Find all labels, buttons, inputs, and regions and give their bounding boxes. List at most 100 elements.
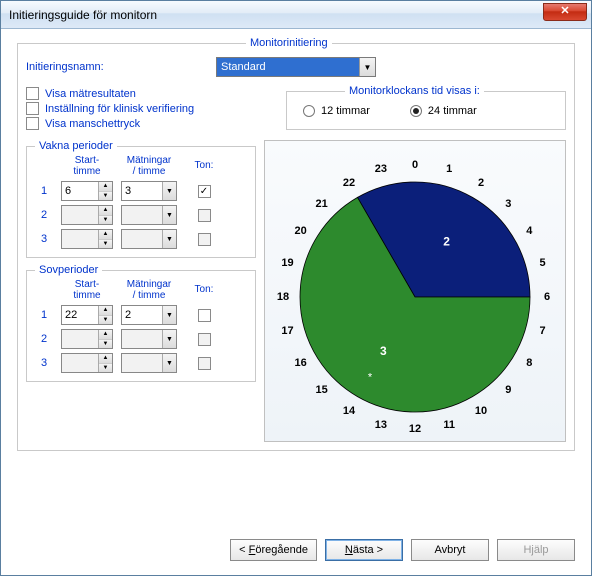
- spinner-buttons[interactable]: ▲▼: [98, 354, 112, 372]
- chevron-up-icon[interactable]: ▲: [99, 330, 112, 340]
- header-start: Start-timme: [61, 156, 113, 177]
- meas-per-hour-select[interactable]: 2▼: [121, 305, 177, 325]
- help-button[interactable]: Hjälp: [497, 539, 575, 561]
- spinner-buttons[interactable]: ▲▼: [98, 330, 112, 348]
- main-legend: Monitorinitiering: [246, 37, 332, 49]
- radio-label: 12 timmar: [321, 105, 370, 117]
- awake-grid: Start-timmeMätningar/ timmeTon:16▲▼3▼2▲▼…: [35, 156, 247, 249]
- awake-fieldset: Vakna perioder Start-timme Mätningar/ tim…: [26, 140, 256, 258]
- chevron-down-icon[interactable]: ▼: [99, 340, 112, 349]
- cancel-button[interactable]: Avbryt: [411, 539, 489, 561]
- clock-hour-label: 22: [343, 177, 355, 189]
- chevron-down-icon[interactable]: ▼: [162, 206, 176, 224]
- chevron-down-icon[interactable]: ▼: [99, 240, 112, 249]
- chevron-up-icon[interactable]: ▲: [99, 354, 112, 364]
- clock-hour-label: 18: [277, 291, 289, 303]
- clock-hour-label: 16: [295, 357, 307, 369]
- periods-row: Vakna perioder Start-timme Mätningar/ tim…: [26, 140, 566, 442]
- header-meas: Mätningar/ timme: [121, 156, 177, 177]
- meas-per-hour-select[interactable]: 3▼: [121, 181, 177, 201]
- start-hour-spinner[interactable]: 22▲▼: [61, 305, 113, 325]
- chevron-up-icon[interactable]: ▲: [99, 230, 112, 240]
- chevron-down-icon[interactable]: ▼: [359, 58, 375, 76]
- next-button[interactable]: Nästa >: [325, 539, 403, 561]
- meas-per-hour-select[interactable]: ▼: [121, 229, 177, 249]
- window-title: Initieringsguide för monitorn: [9, 8, 543, 22]
- clock-chart-svg: 23 *: [265, 147, 565, 439]
- period-number: 1: [35, 185, 53, 197]
- spinner-buttons[interactable]: ▲▼: [98, 230, 112, 248]
- close-button[interactable]: ✕: [543, 3, 587, 21]
- chevron-down-icon[interactable]: ▼: [99, 216, 112, 225]
- sleep-legend: Sovperioder: [35, 264, 102, 276]
- meas-per-hour-select[interactable]: ▼: [121, 329, 177, 349]
- combo-value: [122, 330, 162, 348]
- spinner-value: [62, 354, 98, 372]
- radio-24h[interactable]: 24 timmar: [410, 105, 477, 117]
- prev-button[interactable]: < Föregående: [230, 539, 317, 561]
- period-number: 3: [35, 357, 53, 369]
- close-icon: ✕: [560, 5, 569, 17]
- clock-hour-label: 4: [526, 225, 532, 237]
- checkbox-icon: [26, 102, 39, 115]
- tone-checkbox[interactable]: [198, 185, 211, 198]
- chevron-down-icon[interactable]: ▼: [162, 182, 176, 200]
- check-show-results[interactable]: Visa mätresultaten: [26, 87, 266, 100]
- spinner-value: 6: [62, 182, 98, 200]
- tone-checkbox[interactable]: [198, 209, 211, 222]
- clock-hour-label: 23: [375, 163, 387, 175]
- start-hour-spinner[interactable]: 6▲▼: [61, 181, 113, 201]
- checkbox-icon: [26, 87, 39, 100]
- start-hour-spinner[interactable]: ▲▼: [61, 229, 113, 249]
- chevron-up-icon[interactable]: ▲: [99, 306, 112, 316]
- radio-icon: [410, 105, 422, 117]
- clock-format-fieldset: Monitorklockans tid visas i: 12 timmar 2…: [286, 85, 566, 130]
- start-hour-spinner[interactable]: ▲▼: [61, 353, 113, 373]
- chevron-down-icon[interactable]: ▼: [99, 192, 112, 201]
- check-clinical-verify[interactable]: Inställning för klinisk verifiering: [26, 102, 266, 115]
- spinner-buttons[interactable]: ▲▼: [98, 206, 112, 224]
- svg-text:*: *: [368, 372, 373, 384]
- radio-12h[interactable]: 12 timmar: [303, 105, 370, 117]
- start-hour-spinner[interactable]: ▲▼: [61, 329, 113, 349]
- chevron-up-icon[interactable]: ▲: [99, 182, 112, 192]
- awake-legend: Vakna perioder: [35, 140, 117, 152]
- combo-value: 2: [122, 306, 162, 324]
- chevron-up-icon[interactable]: ▲: [99, 206, 112, 216]
- spinner-buttons[interactable]: ▲▼: [98, 306, 112, 324]
- clock-hour-label: 20: [295, 225, 307, 237]
- check-label: Visa manschettryck: [45, 118, 140, 130]
- tone-checkbox[interactable]: [198, 333, 211, 346]
- periods-column: Vakna perioder Start-timme Mätningar/ tim…: [26, 140, 256, 382]
- clock-hour-label: 13: [375, 419, 387, 431]
- radio-icon: [303, 105, 315, 117]
- chevron-down-icon[interactable]: ▼: [162, 230, 176, 248]
- prev-prefix: <: [239, 544, 248, 556]
- clock-radio-row: 12 timmar 24 timmar: [295, 101, 557, 121]
- clock-hour-label: 7: [539, 325, 545, 337]
- chevron-down-icon[interactable]: ▼: [162, 354, 176, 372]
- tone-checkbox[interactable]: [198, 233, 211, 246]
- period-number: 2: [35, 333, 53, 345]
- spinner-buttons[interactable]: ▲▼: [98, 182, 112, 200]
- chevron-down-icon[interactable]: ▼: [162, 330, 176, 348]
- clock-hour-label: 0: [412, 159, 418, 171]
- main-fieldset: Monitorinitiering Initieringsnamn: Stand…: [17, 37, 575, 451]
- clock-hour-label: 19: [281, 257, 293, 269]
- chevron-down-icon[interactable]: ▼: [99, 364, 112, 373]
- svg-text:3: 3: [380, 344, 387, 358]
- spinner-value: [62, 206, 98, 224]
- chevron-down-icon[interactable]: ▼: [162, 306, 176, 324]
- check-show-cuff[interactable]: Visa manschettryck: [26, 117, 266, 130]
- checkbox-icon: [26, 117, 39, 130]
- header-tone: Ton:: [185, 161, 223, 172]
- meas-per-hour-select[interactable]: ▼: [121, 353, 177, 373]
- tone-checkbox[interactable]: [198, 309, 211, 322]
- meas-per-hour-select[interactable]: ▼: [121, 205, 177, 225]
- radio-label: 24 timmar: [428, 105, 477, 117]
- tone-checkbox[interactable]: [198, 357, 211, 370]
- clock-hour-label: 8: [526, 357, 532, 369]
- init-name-select[interactable]: Standard ▼: [216, 57, 376, 77]
- start-hour-spinner[interactable]: ▲▼: [61, 205, 113, 225]
- chevron-down-icon[interactable]: ▼: [99, 316, 112, 325]
